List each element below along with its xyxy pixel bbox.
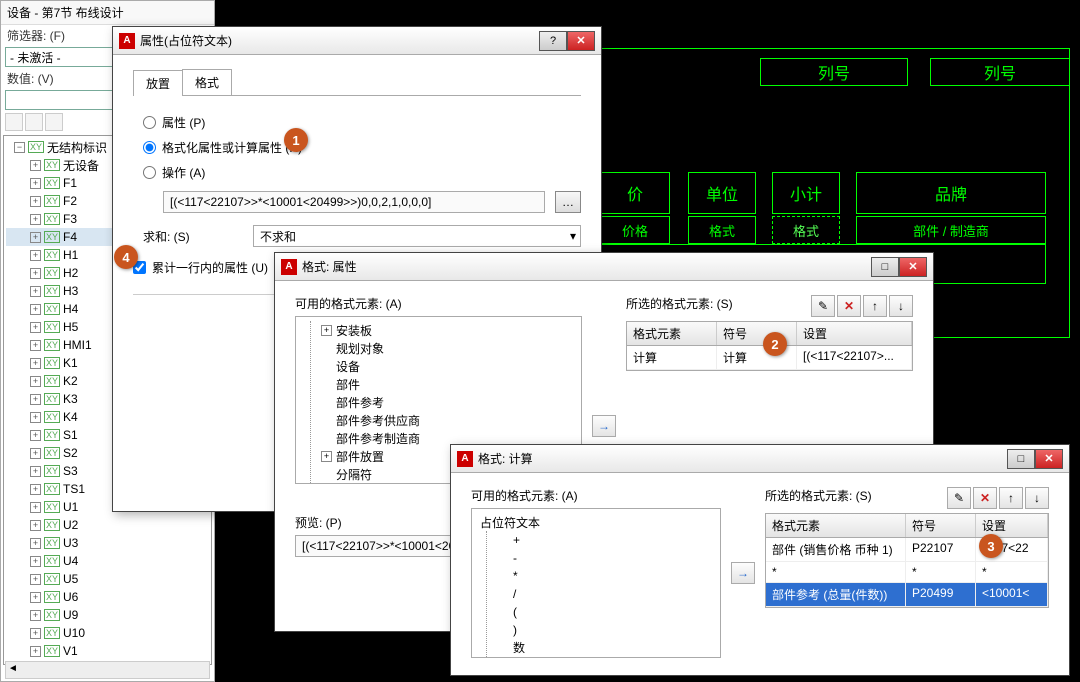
tool-icon[interactable] <box>45 113 63 131</box>
up-icon[interactable]: ↑ <box>999 487 1023 509</box>
dialog-title: 格式: 计算 <box>478 450 1007 467</box>
sum-select[interactable]: 不求和 <box>253 225 581 247</box>
watermark: ◐ 电气CAD论坛 <box>959 640 1066 668</box>
grid-row[interactable]: 部件参考 (总量(件数))P20499<10001< <box>766 583 1048 607</box>
dialog-title: 格式: 属性 <box>302 258 871 275</box>
dialog-titlebar[interactable]: A 格式: 属性 □ ✕ <box>275 253 933 281</box>
tree-item[interactable]: +XYU9 <box>6 606 209 624</box>
grid-row[interactable]: *** <box>766 562 1048 583</box>
tool-icon[interactable] <box>5 113 23 131</box>
tree-item[interactable]: +XYU5 <box>6 570 209 588</box>
selected-label: 所选的格式元素: (S) <box>626 295 733 317</box>
tree-item[interactable]: +安装板 <box>317 321 577 339</box>
tree-item[interactable]: +XYU3 <box>6 534 209 552</box>
wechat-icon: ◐ <box>959 640 987 668</box>
tree-item[interactable]: +XYV1 <box>6 642 209 660</box>
panel-title: 设备 - 第7节 布线设计 <box>1 1 214 25</box>
tab-placement[interactable]: 放置 <box>133 70 183 96</box>
tree-item[interactable]: 数 <box>493 639 716 657</box>
available-tree[interactable]: 占位符文本 +-*/()数 <box>471 508 721 658</box>
tree-item[interactable]: +XYU2 <box>6 516 209 534</box>
close-button[interactable]: ✕ <box>1035 449 1063 469</box>
tree-item[interactable]: 部件参考供应商 <box>317 411 577 429</box>
radio-property[interactable]: 属性 (P) <box>133 110 581 135</box>
app-icon: A <box>457 451 473 467</box>
app-icon: A <box>281 259 297 275</box>
close-button[interactable]: ✕ <box>899 257 927 277</box>
tree-item[interactable]: + <box>493 531 716 549</box>
help-button[interactable]: ? <box>539 31 567 51</box>
down-icon[interactable]: ↓ <box>889 295 913 317</box>
tabs: 放置 格式 <box>133 69 581 96</box>
down-icon[interactable]: ↓ <box>1025 487 1049 509</box>
tree-item[interactable]: +XYU6 <box>6 588 209 606</box>
radio-format[interactable]: 格式化属性或计算属性 (R) <box>133 135 581 160</box>
tab-format[interactable]: 格式 <box>182 69 232 95</box>
badge-1: 1 <box>284 128 308 152</box>
delete-icon[interactable]: ✕ <box>837 295 861 317</box>
badge-2: 2 <box>763 332 787 356</box>
tree-item[interactable]: - <box>493 549 716 567</box>
maximize-button[interactable]: □ <box>1007 449 1035 469</box>
tree-item[interactable]: +XYU10 <box>6 624 209 642</box>
sum-label: 求和: (S) <box>133 228 243 245</box>
tree-item[interactable]: / <box>493 585 716 603</box>
tree-root[interactable]: 占位符文本 <box>476 513 716 531</box>
selected-grid[interactable]: 格式元素 符号 设置 部件 (销售价格 币种 1)P22107<117<22**… <box>765 513 1049 608</box>
tree-item[interactable]: 规划对象 <box>317 339 577 357</box>
delete-icon[interactable]: ✕ <box>973 487 997 509</box>
edit-icon[interactable]: ✎ <box>947 487 971 509</box>
add-button[interactable]: → <box>592 415 616 437</box>
browse-button[interactable]: … <box>555 191 581 213</box>
dialog-titlebar[interactable]: A 属性(占位符文本) ? ✕ <box>113 27 601 55</box>
grid-row[interactable]: 部件 (销售价格 币种 1)P22107<117<22 <box>766 538 1048 562</box>
available-label: 可用的格式元素: (A) <box>295 295 582 312</box>
app-icon: A <box>119 33 135 49</box>
radio-operation[interactable]: 操作 (A) <box>133 160 581 185</box>
tree-item[interactable]: 部件 <box>317 375 577 393</box>
badge-4: 4 <box>114 245 138 269</box>
up-icon[interactable]: ↑ <box>863 295 887 317</box>
tree-item[interactable]: * <box>493 567 716 585</box>
close-button[interactable]: ✕ <box>567 31 595 51</box>
h-scrollbar[interactable] <box>5 661 210 679</box>
tree-item[interactable]: 设备 <box>317 357 577 375</box>
badge-3: 3 <box>979 534 1003 558</box>
tree-item[interactable]: 部件参考 <box>317 393 577 411</box>
add-button[interactable]: → <box>731 562 755 584</box>
maximize-button[interactable]: □ <box>871 257 899 277</box>
available-label: 可用的格式元素: (A) <box>471 487 721 504</box>
selected-label: 所选的格式元素: (S) <box>765 487 872 509</box>
dialog-titlebar[interactable]: A 格式: 计算 □ ✕ <box>451 445 1069 473</box>
tree-item[interactable]: +XYU4 <box>6 552 209 570</box>
tree-item[interactable]: ( <box>493 603 716 621</box>
edit-icon[interactable]: ✎ <box>811 295 835 317</box>
tree-item[interactable]: ) <box>493 621 716 639</box>
expression-field: [(<117<22107>>*<10001<20499>>)0,0,2,1,0,… <box>163 191 545 213</box>
tool-icon[interactable] <box>25 113 43 131</box>
dialog-title: 属性(占位符文本) <box>140 32 539 49</box>
